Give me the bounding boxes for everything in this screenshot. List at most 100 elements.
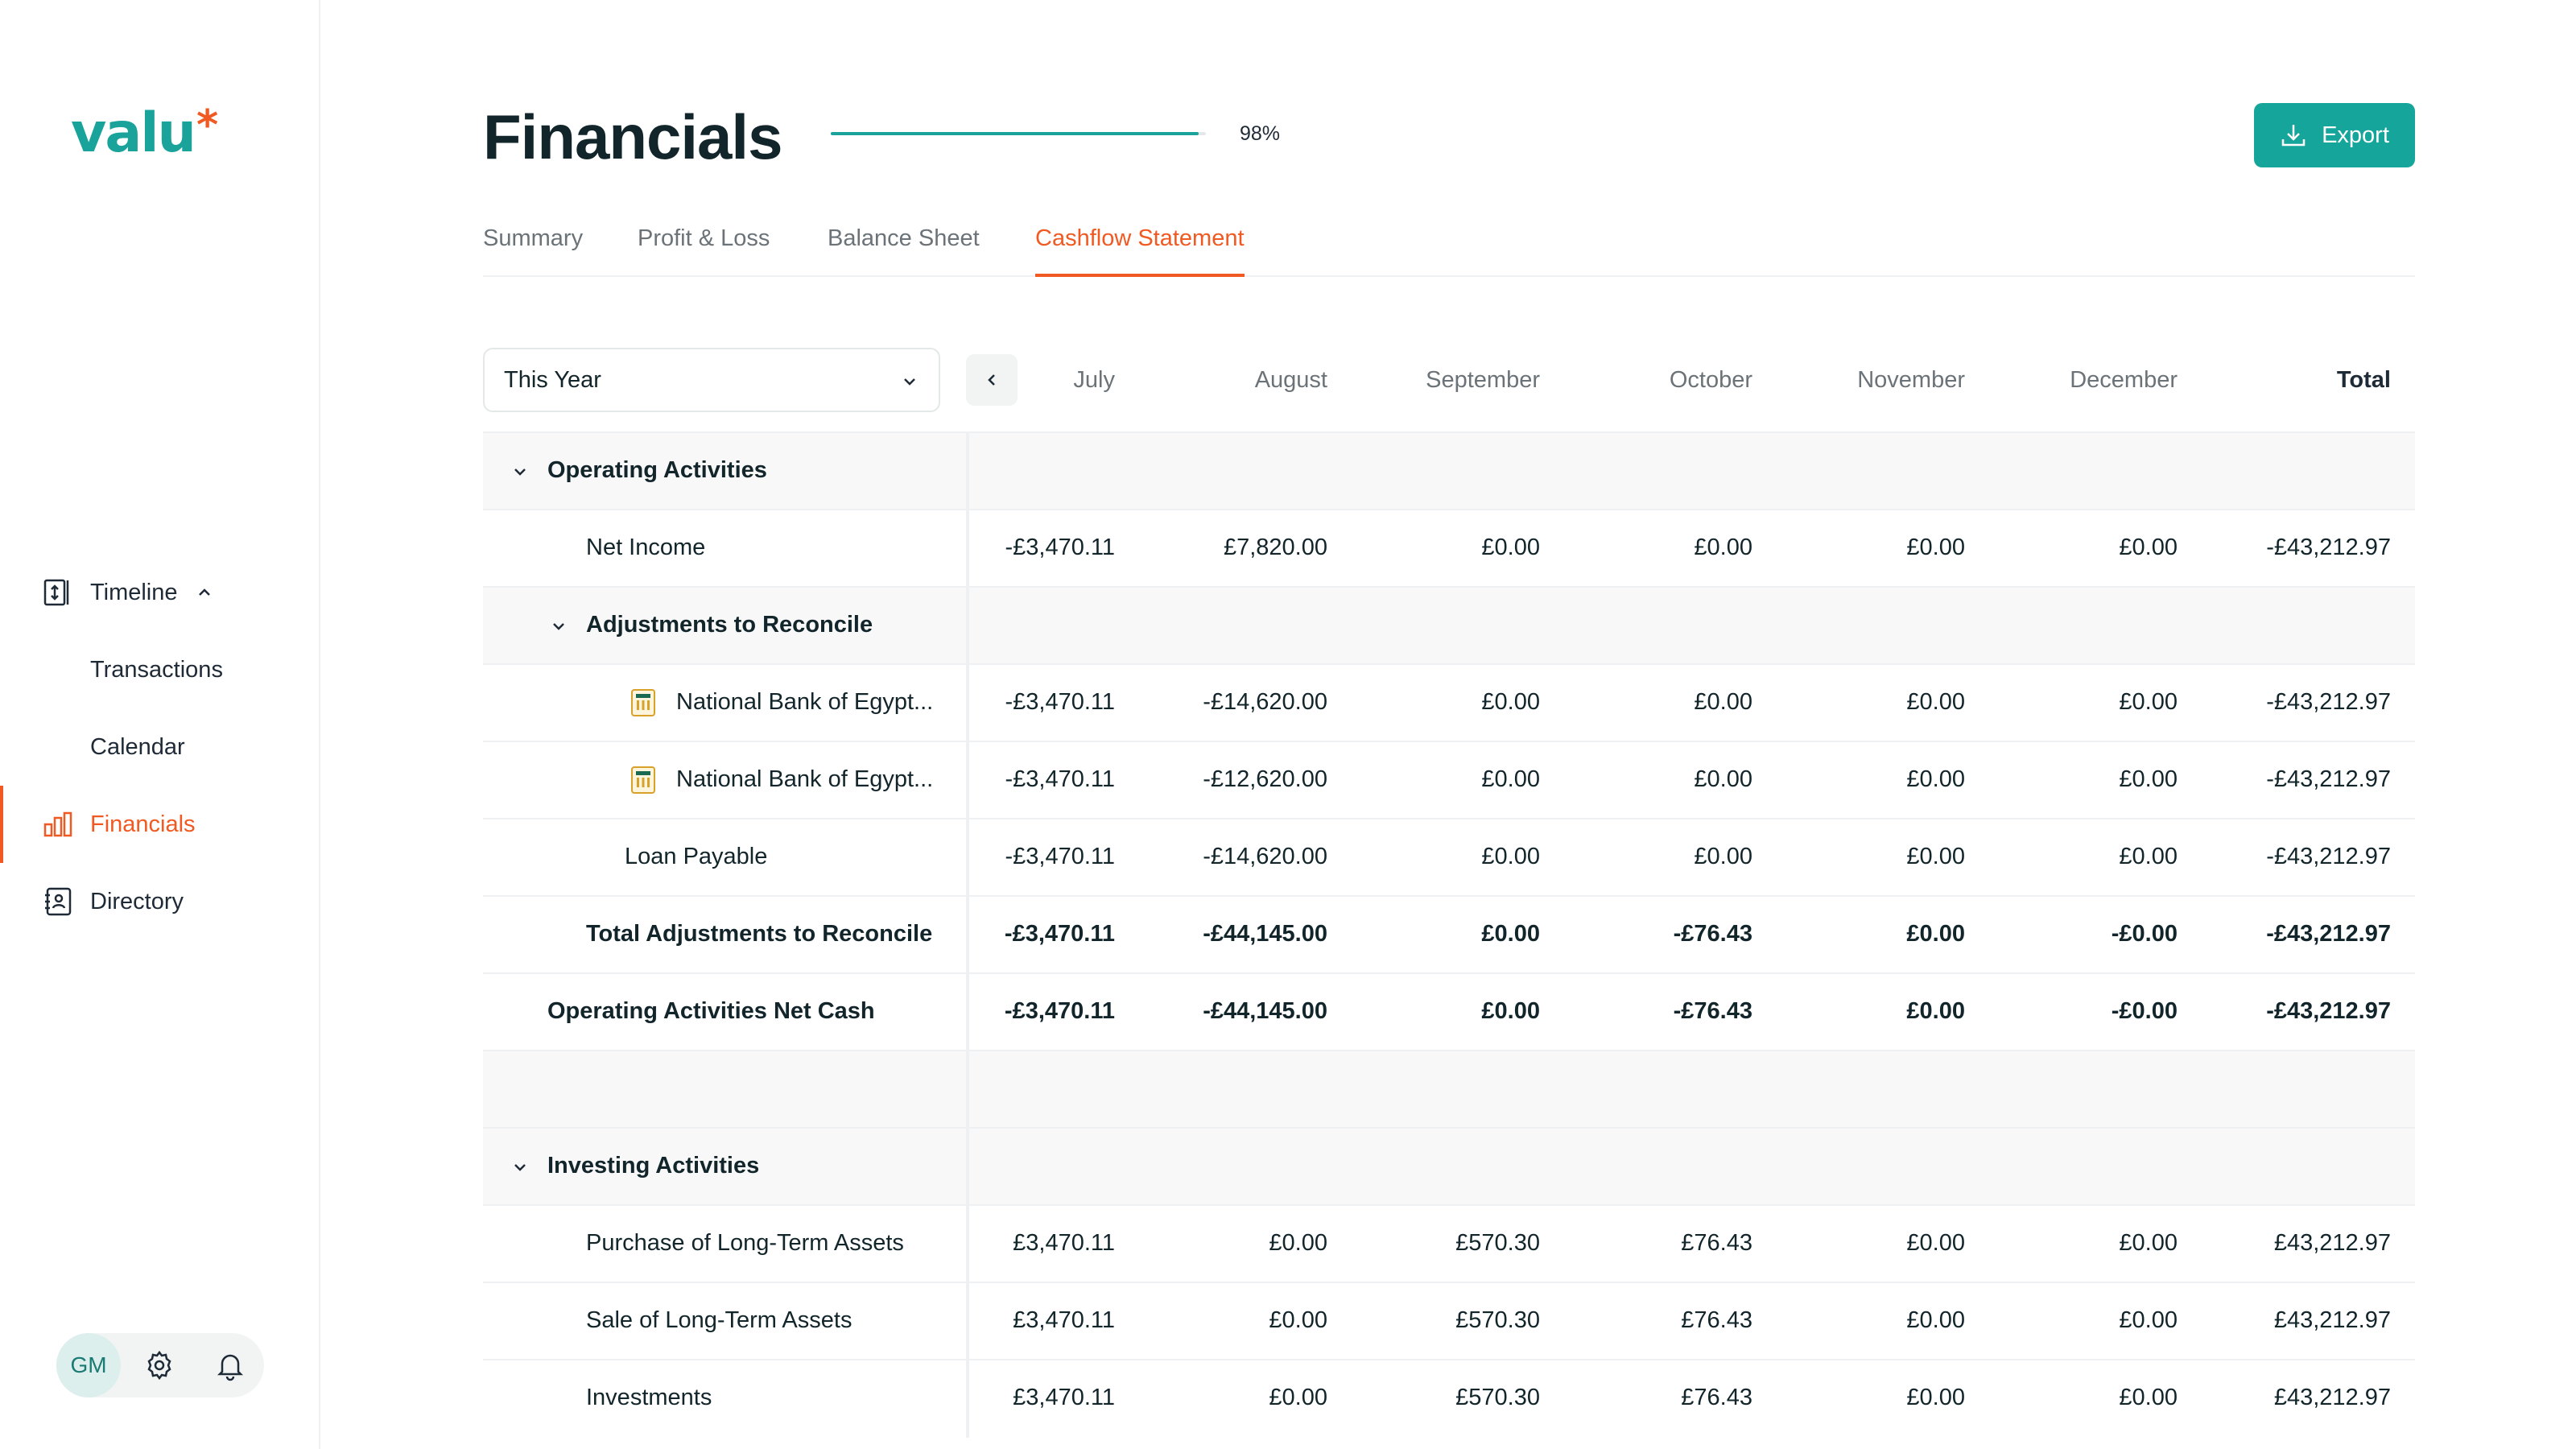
- export-button[interactable]: Export: [2254, 103, 2415, 167]
- page-title: Financials: [483, 101, 782, 172]
- cell-september: £0.00: [1481, 535, 1540, 560]
- tab-profit-loss[interactable]: Profit & Loss: [638, 225, 770, 277]
- cell-july: -£3,470.11: [1004, 921, 1115, 947]
- row-label: Net Income: [586, 535, 706, 560]
- table-row: Purchase of Long-Term Assets £3,470.11 £0.…: [483, 1204, 2415, 1283]
- progress-bar: [831, 132, 1206, 135]
- row-label: Investments: [586, 1385, 712, 1410]
- period-select-value: This Year: [504, 366, 601, 393]
- cell-total: -£43,212.97: [2266, 689, 2391, 715]
- table-row: Operating Activities Net Cash -£3,470.11 -…: [483, 972, 2415, 1051]
- sidebar-nav: Timeline Transactions Calendar Financial…: [0, 554, 320, 940]
- export-label: Export: [2322, 122, 2389, 148]
- table-row[interactable]: Adjustments to Reconcile: [483, 586, 2415, 665]
- cell-july: -£3,470.11: [1005, 689, 1115, 715]
- row-label: Purchase of Long-Term Assets: [586, 1230, 904, 1256]
- valu-logo[interactable]: valu *: [71, 105, 218, 161]
- column-divider: [966, 1051, 969, 1129]
- cell-july: £3,470.11: [1013, 1230, 1115, 1256]
- settings-gear-icon[interactable]: [143, 1349, 175, 1381]
- table-row: National Bank of Egypt... -£3,470.11 -£14,…: [483, 663, 2415, 742]
- cashflow-table: Operating Activities Net Income -£3,470.11…: [483, 431, 2415, 1438]
- sidebar-item-calendar[interactable]: Calendar: [0, 708, 320, 786]
- column-header-july: July: [1073, 367, 1115, 393]
- row-label: Investing Activities: [547, 1153, 760, 1179]
- cell-september: £570.30: [1455, 1230, 1540, 1256]
- cell-october: £0.00: [1694, 689, 1752, 715]
- cell-september: £0.00: [1481, 998, 1540, 1024]
- sidebar: valu * Timeline Transactions Calendar Fi…: [0, 0, 320, 1449]
- tab-bar: Summary Profit & Loss Balance Sheet Cash…: [483, 216, 2415, 277]
- cell-december: -£0.00: [2111, 998, 2178, 1024]
- cell-november: £0.00: [1906, 844, 1965, 869]
- column-header-total: Total: [2336, 367, 2391, 393]
- cell-total: £43,212.97: [2273, 1307, 2391, 1333]
- table-row: Total Adjustments to Reconcile -£3,470.11…: [483, 895, 2415, 974]
- sidebar-item-transactions[interactable]: Transactions: [0, 631, 320, 708]
- chevron-down-icon[interactable]: [510, 462, 530, 481]
- cell-november: £0.00: [1906, 998, 1965, 1024]
- sidebar-item-label: Directory: [90, 888, 184, 914]
- cell-december: £0.00: [2119, 766, 2178, 792]
- table-row[interactable]: Investing Activities: [483, 1127, 2415, 1206]
- cell-november: £0.00: [1906, 689, 1965, 715]
- cell-october: £0.00: [1694, 535, 1752, 560]
- tab-summary[interactable]: Summary: [483, 225, 583, 277]
- cell-august: -£14,620.00: [1203, 689, 1327, 715]
- chevron-up-icon[interactable]: [195, 583, 214, 602]
- sidebar-item-label: Timeline: [90, 579, 178, 605]
- cell-november: £0.00: [1906, 1230, 1965, 1256]
- cell-october: £0.00: [1694, 844, 1752, 869]
- chevron-down-icon: [904, 378, 915, 386]
- table-row: Loan Payable -£3,470.11 -£14,620.00 £0.00 £0…: [483, 818, 2415, 897]
- sidebar-item-label: Calendar: [90, 733, 185, 760]
- cell-october: £76.43: [1681, 1307, 1752, 1333]
- table-row: Net Income -£3,470.11 £7,820.00 £0.00 £0.00 £…: [483, 509, 2415, 588]
- cell-august: £7,820.00: [1223, 535, 1327, 560]
- tab-balance-sheet[interactable]: Balance Sheet: [828, 225, 980, 277]
- chevron-down-icon[interactable]: [510, 1158, 530, 1177]
- table-row[interactable]: Operating Activities: [483, 431, 2415, 510]
- sidebar-item-directory[interactable]: Directory: [0, 863, 320, 940]
- user-bar: GM: [56, 1333, 264, 1397]
- bell-icon[interactable]: [214, 1349, 246, 1381]
- cell-august: -£14,620.00: [1203, 844, 1327, 869]
- column-header-august: August: [1254, 367, 1327, 393]
- cell-november: £0.00: [1906, 535, 1965, 560]
- avatar[interactable]: GM: [56, 1333, 121, 1397]
- cell-december: £0.00: [2119, 1385, 2178, 1410]
- cell-november: £0.00: [1906, 766, 1965, 792]
- row-label: Loan Payable: [625, 844, 768, 869]
- cell-september: £0.00: [1481, 921, 1540, 947]
- sidebar-item-label: Transactions: [90, 656, 223, 683]
- period-select[interactable]: This Year: [483, 348, 940, 412]
- cell-december: £0.00: [2119, 689, 2178, 715]
- cell-total: -£43,212.97: [2266, 766, 2391, 792]
- cell-august: £0.00: [1269, 1385, 1327, 1410]
- cell-november: £0.00: [1906, 1385, 1965, 1410]
- bank-icon: [631, 766, 655, 794]
- column-header-december: December: [2070, 367, 2178, 393]
- cell-october: £76.43: [1681, 1385, 1752, 1410]
- cell-september: £0.00: [1481, 689, 1540, 715]
- sidebar-item-label: Financials: [90, 811, 196, 837]
- cell-total: -£43,212.97: [2266, 535, 2391, 560]
- cell-july: £3,470.11: [1013, 1307, 1115, 1333]
- sidebar-item-timeline[interactable]: Timeline: [0, 554, 320, 631]
- timeline-icon: [43, 579, 69, 606]
- tab-cashflow-statement[interactable]: Cashflow Statement: [1035, 225, 1245, 277]
- table-row: Sale of Long-Term Assets £3,470.11 £0.00 £5…: [483, 1282, 2415, 1360]
- row-label: Adjustments to Reconcile: [586, 612, 873, 638]
- download-icon: [2281, 125, 2306, 147]
- cell-september: £570.30: [1455, 1385, 1540, 1410]
- cell-october: -£76.43: [1673, 998, 1752, 1024]
- progress-percent: 98%: [1240, 122, 1281, 145]
- cell-total: £43,212.97: [2273, 1385, 2391, 1410]
- sidebar-item-financials[interactable]: Financials: [0, 786, 320, 863]
- bar-chart-icon: [43, 811, 72, 837]
- cell-october: -£76.43: [1673, 921, 1752, 947]
- cell-december: £0.00: [2119, 535, 2178, 560]
- column-header-september: September: [1426, 367, 1540, 393]
- cell-december: £0.00: [2119, 1230, 2178, 1256]
- chevron-down-icon[interactable]: [549, 617, 568, 636]
